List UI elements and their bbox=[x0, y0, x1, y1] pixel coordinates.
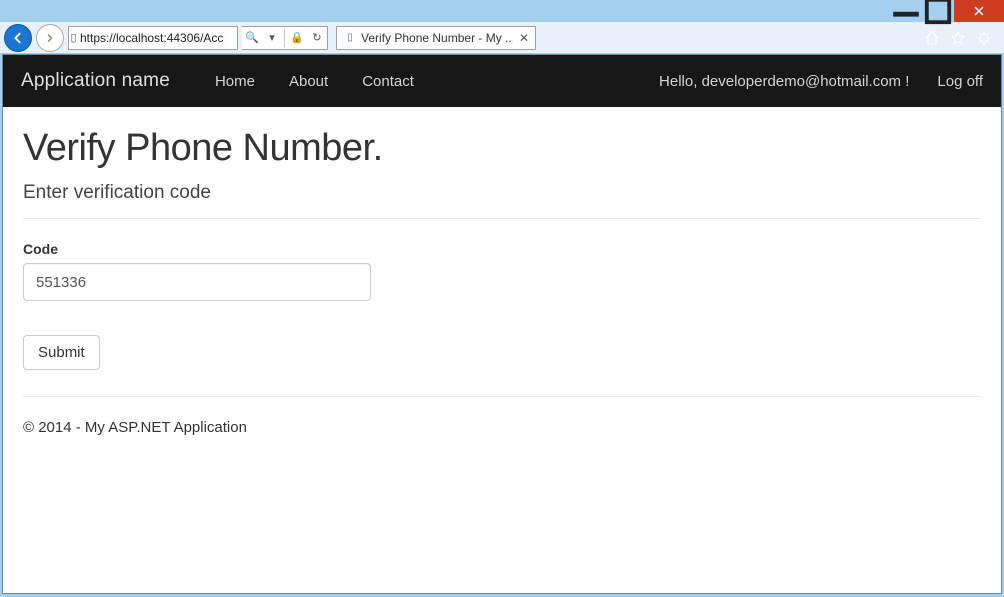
code-input[interactable] bbox=[23, 263, 371, 301]
nav-right: Hello, developerdemo@hotmail.com ! Log o… bbox=[659, 73, 983, 90]
search-icon[interactable]: 🔍 bbox=[242, 31, 262, 44]
address-bar[interactable]: ▯ bbox=[68, 26, 238, 50]
browser-tab[interactable]: ▯ Verify Phone Number - My ... ✕ bbox=[336, 26, 536, 50]
code-form-group: Code bbox=[23, 241, 981, 301]
code-label: Code bbox=[23, 241, 981, 257]
nav-greeting[interactable]: Hello, developerdemo@hotmail.com ! bbox=[659, 73, 909, 90]
page-icon: ▯ bbox=[69, 31, 78, 44]
browser-toolbar: ▯ 🔍 ▾ 🔒 ↻ ▯ Verify Phone Number - My ...… bbox=[0, 22, 1004, 54]
browser-forward-button[interactable] bbox=[36, 24, 64, 52]
address-input[interactable] bbox=[78, 27, 237, 49]
dropdown-icon[interactable]: ▾ bbox=[262, 31, 282, 44]
window-close-button[interactable] bbox=[954, 0, 1004, 22]
nav-contact[interactable]: Contact bbox=[362, 73, 414, 90]
submit-button[interactable]: Submit bbox=[23, 335, 100, 370]
address-bar-buttons: 🔍 ▾ 🔒 ↻ bbox=[242, 26, 328, 50]
app-navbar: Application name Home About Contact Hell… bbox=[3, 55, 1001, 107]
page-container: Verify Phone Number. Enter verification … bbox=[3, 107, 1001, 452]
tab-favicon-icon: ▯ bbox=[343, 31, 357, 45]
window-minimize-button[interactable] bbox=[890, 0, 922, 22]
home-icon[interactable] bbox=[924, 30, 940, 46]
tab-title: Verify Phone Number - My ... bbox=[361, 31, 513, 45]
window-maximize-button[interactable] bbox=[922, 0, 954, 22]
window-controls bbox=[890, 0, 1004, 22]
brand-link[interactable]: Application name bbox=[21, 70, 170, 92]
browser-right-icons bbox=[924, 30, 1000, 46]
lock-icon[interactable]: 🔒 bbox=[287, 31, 307, 44]
nav-home[interactable]: Home bbox=[215, 73, 255, 90]
page-subheading: Enter verification code bbox=[23, 182, 981, 204]
browser-viewport: Application name Home About Contact Hell… bbox=[2, 54, 1002, 594]
tab-close-icon[interactable]: ✕ bbox=[519, 31, 529, 45]
tools-icon[interactable] bbox=[976, 30, 992, 46]
window-titlebar bbox=[0, 0, 1004, 22]
browser-back-button[interactable] bbox=[4, 24, 32, 52]
refresh-icon[interactable]: ↻ bbox=[307, 31, 327, 44]
nav-logoff[interactable]: Log off bbox=[937, 73, 983, 90]
divider-bottom bbox=[23, 396, 981, 397]
page-heading: Verify Phone Number. bbox=[23, 127, 981, 170]
page-footer: © 2014 - My ASP.NET Application bbox=[23, 419, 981, 436]
divider bbox=[23, 218, 981, 219]
favorites-icon[interactable] bbox=[950, 30, 966, 46]
nav-about[interactable]: About bbox=[289, 73, 328, 90]
